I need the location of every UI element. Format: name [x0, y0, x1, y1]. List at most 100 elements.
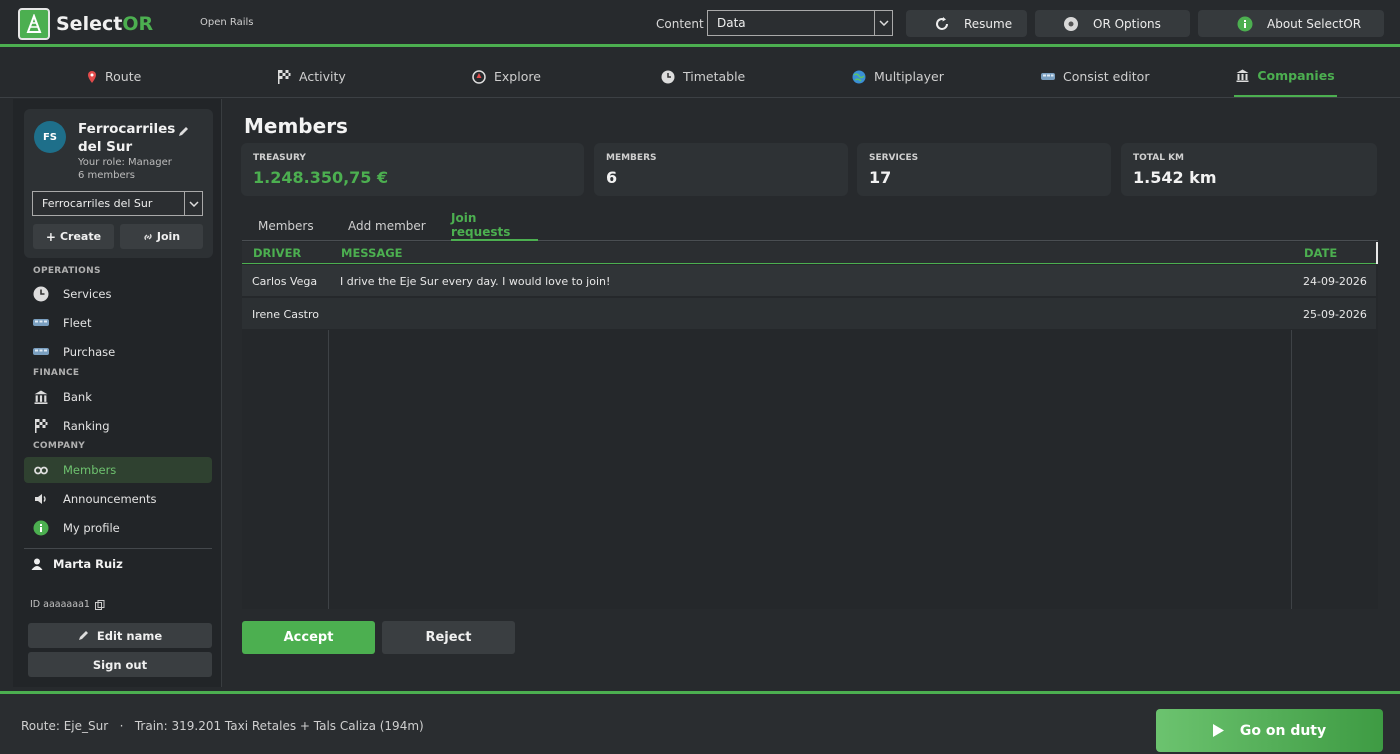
user-id: ID aaaaaaa1 [30, 599, 105, 610]
app-window: SelectOR Open Rails Content Data Resume … [0, 0, 1400, 754]
building-icon [1236, 69, 1249, 82]
go-on-duty-button[interactable]: Go on duty [1156, 709, 1383, 752]
stat-value: 1.248.350,75 € [253, 168, 389, 187]
column-header-message[interactable]: MESSAGE [341, 246, 403, 260]
join-company-button[interactable]: Join [120, 224, 203, 249]
cell-message: I drive the Eje Sur every day. I would l… [340, 275, 611, 288]
user-name-label: Marta Ruiz [53, 557, 123, 571]
table-row[interactable]: Irene Castro 25-09-2026 [242, 298, 1376, 329]
info-icon [32, 520, 50, 536]
user-icon [31, 558, 43, 570]
sidebar-divider [24, 548, 212, 549]
sidebar-item-label: Ranking [63, 419, 110, 433]
sidebar-item-bank[interactable]: Bank [24, 384, 212, 410]
section-finance: FINANCE [33, 368, 80, 378]
compass-icon [472, 69, 486, 84]
sidebar-item-fleet[interactable]: Fleet [24, 310, 212, 336]
stat-label: TREASURY [253, 153, 306, 163]
pencil-icon[interactable] [178, 122, 189, 141]
company-select[interactable]: Ferrocarriles del Sur [32, 191, 203, 216]
create-company-button[interactable]: + Create [33, 224, 114, 249]
join-label: Join [156, 230, 181, 243]
resume-label: Resume [964, 16, 1013, 31]
scrollbar[interactable] [1376, 242, 1378, 264]
stat-members: MEMBERS 6 [594, 143, 848, 196]
tab-multiplayer-label: Multiplayer [874, 69, 944, 84]
tab-activity-label: Activity [299, 69, 346, 84]
cell-driver: Irene Castro [252, 308, 320, 321]
resume-icon [934, 16, 950, 32]
column-header-date[interactable]: DATE [1304, 246, 1337, 260]
table-header: DRIVER MESSAGE DATE [242, 242, 1378, 264]
copy-icon[interactable] [94, 599, 105, 610]
tab-companies[interactable]: Companies [1234, 56, 1337, 97]
member-subtabs: Members Add member Join requests [242, 210, 1378, 241]
sidebar-item-label: Purchase [63, 345, 116, 359]
chevron-down-icon[interactable] [874, 11, 892, 35]
app-subtitle: Open Rails [200, 17, 254, 28]
tab-companies-label: Companies [1257, 68, 1335, 83]
column-divider [328, 330, 329, 609]
sidebar-item-label: Services [63, 287, 112, 301]
sidebar-item-purchase[interactable]: Purchase [24, 339, 212, 365]
tab-route[interactable]: Route [87, 56, 141, 97]
pencil-icon [78, 630, 89, 641]
plus-icon: + [45, 229, 56, 244]
join-requests-table: DRIVER MESSAGE DATE Carlos Vega I drive … [242, 242, 1378, 609]
tab-multiplayer[interactable]: Multiplayer [852, 56, 944, 97]
speaker-icon [32, 493, 50, 505]
train-icon [32, 347, 50, 357]
create-label: Create [59, 230, 102, 243]
subtab-join-requests[interactable]: Join requests [451, 210, 538, 241]
sidebar-item-members[interactable]: Members [24, 457, 212, 483]
tab-activity[interactable]: Activity [278, 56, 346, 97]
resume-button[interactable]: Resume [906, 10, 1027, 37]
tab-consist-editor-label: Consist editor [1063, 69, 1150, 84]
info-icon [1237, 16, 1253, 32]
column-divider [1291, 330, 1292, 609]
chevron-down-icon[interactable] [184, 192, 202, 215]
subtab-add-member[interactable]: Add member [348, 210, 426, 241]
sidebar-item-label: Members [63, 463, 117, 477]
tab-timetable[interactable]: Timetable [661, 56, 745, 97]
sidebar-item-announcements[interactable]: Announcements [24, 486, 212, 512]
section-operations: OPERATIONS [33, 266, 101, 276]
sidebar-item-ranking[interactable]: Ranking [24, 413, 212, 439]
train-icon [32, 318, 50, 328]
content-select-value: Data [717, 16, 746, 30]
cell-date: 24-09-2026 [1303, 275, 1367, 288]
content-select[interactable]: Data [707, 10, 893, 36]
accept-button[interactable]: Accept [242, 621, 375, 654]
column-header-driver[interactable]: DRIVER [253, 246, 301, 260]
go-on-duty-label: Go on duty [1239, 722, 1327, 739]
stat-label: TOTAL KM [1133, 153, 1184, 163]
sign-out-button[interactable]: Sign out [28, 652, 212, 677]
subtab-members[interactable]: Members [258, 210, 314, 241]
company-member-count: 6 members [78, 170, 135, 181]
stat-services: SERVICES 17 [857, 143, 1111, 196]
stat-label: SERVICES [869, 153, 919, 163]
stat-value: 6 [606, 168, 618, 187]
sidebar-item-services[interactable]: Services [24, 281, 212, 307]
tab-explore-label: Explore [494, 69, 541, 84]
header-bar: SelectOR Open Rails Content Data Resume … [0, 0, 1400, 47]
pin-icon [87, 70, 97, 83]
reject-button[interactable]: Reject [382, 621, 515, 654]
tab-explore[interactable]: Explore [472, 56, 541, 97]
sidebar-item-label: Announcements [63, 492, 157, 506]
tab-consist-editor[interactable]: Consist editor [1041, 56, 1149, 97]
table-row[interactable]: Carlos Vega I drive the Eje Sur every da… [242, 265, 1376, 296]
edit-name-label: Edit name [96, 628, 163, 643]
or-options-label: OR Options [1093, 16, 1161, 31]
edit-name-button[interactable]: Edit name [28, 623, 212, 648]
sign-out-label: Sign out [92, 657, 148, 672]
sidebar-item-my-profile[interactable]: My profile [24, 515, 212, 541]
stat-label: MEMBERS [606, 153, 657, 163]
user-id-label: ID aaaaaaa1 [30, 599, 90, 610]
or-options-button[interactable]: OR Options [1035, 10, 1190, 37]
clock-icon [32, 286, 50, 302]
main-tabs: Route Activity Explore Timetable Multipl… [0, 56, 1400, 98]
checkered-flag-icon [278, 69, 291, 84]
about-button[interactable]: About SelectOR [1198, 10, 1384, 37]
tab-route-label: Route [105, 69, 142, 84]
